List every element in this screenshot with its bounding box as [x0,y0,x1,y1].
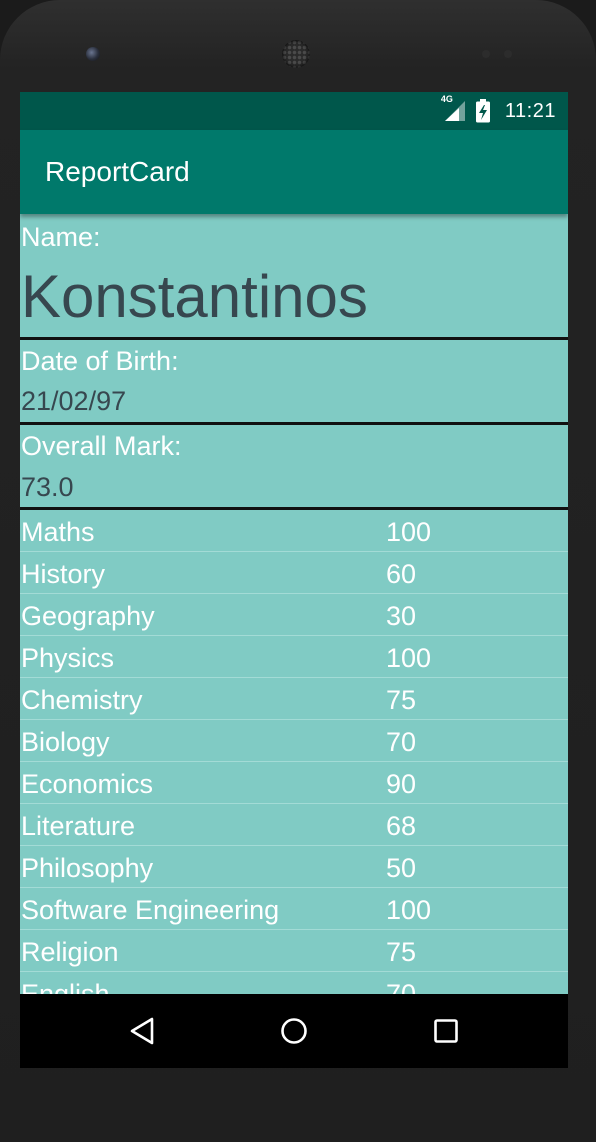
back-button[interactable] [112,994,172,1068]
subject-name: Biology [21,727,110,757]
subject-row: Religion 75 [20,930,568,972]
subject-score: 100 [386,643,432,673]
subject-row: Economics 90 [20,762,568,804]
overall-mark-label: Overall Mark: [21,431,182,461]
subject-row: Physics 100 [20,636,568,678]
screen: 4G 11:21 ReportCard Name: Konstantinos D… [20,92,568,1068]
subject-score: 68 [386,811,417,841]
subject-row: Maths 100 [20,510,568,552]
subject-score: 100 [386,895,432,925]
clock: 11:21 [504,99,556,122]
overall-mark-section: Overall Mark: 73.0 [20,425,568,510]
subject-list[interactable]: Maths 100 History 60 Geography 30 Physic… [20,510,568,994]
overall-mark-value: 73.0 [21,472,74,502]
subject-name: Physics [21,643,115,673]
app-title: ReportCard [45,156,190,187]
subject-score: 30 [386,601,417,631]
subject-row: Biology 70 [20,720,568,762]
subject-score: 90 [386,769,417,799]
subject-score: 60 [386,559,417,589]
network-type: 4G [440,94,453,104]
subject-name: Literature [21,811,136,841]
subject-name: Religion [21,937,119,967]
date-of-birth-section: Date of Birth: 21/02/97 [20,340,568,425]
report-card-content[interactable]: Name: Konstantinos Date of Birth: 21/02/… [20,214,568,994]
subject-name: Economics [21,769,154,799]
light-sensor [504,50,512,58]
student-name: Konstantinos [21,263,368,330]
recents-icon [434,1019,458,1043]
date-of-birth-label: Date of Birth: [21,346,179,376]
front-camera [86,47,100,61]
subject-name: Philosophy [21,853,154,883]
subject-name: English [21,979,110,994]
subject-row: History 60 [20,552,568,594]
proximity-sensor [482,50,490,58]
home-button[interactable] [264,994,324,1068]
subject-row: Chemistry 75 [20,678,568,720]
subject-score: 50 [386,853,417,883]
subject-name: History [21,559,106,589]
home-icon [281,1018,307,1044]
subject-name: Geography [21,601,155,631]
subject-row: Philosophy 50 [20,846,568,888]
phone-frame: 4G 11:21 ReportCard Name: Konstantinos D… [0,0,596,1142]
signal-indicator: 4G [441,94,467,122]
date-of-birth-value: 21/02/97 [21,386,127,416]
subject-name: Maths [21,517,95,547]
navigation-bar [20,994,568,1068]
status-bar: 4G 11:21 [20,92,568,130]
subject-score: 70 [386,979,417,994]
subject-row: English 70 [20,972,568,994]
app-bar: ReportCard [20,130,568,214]
battery-charging-icon [475,99,490,123]
subject-score: 75 [386,685,417,715]
subject-score: 70 [386,727,417,757]
subject-row: Geography 30 [20,594,568,636]
name-label: Name: [21,222,101,252]
name-section: Name: Konstantinos [20,214,568,340]
earpiece-speaker [282,40,310,68]
subject-score: 100 [386,517,432,547]
subject-row: Literature 68 [20,804,568,846]
back-icon [130,1017,154,1045]
subject-row: Software Engineering 100 [20,888,568,930]
subject-name: Software Engineering [21,895,280,925]
subject-score: 75 [386,937,417,967]
subject-name: Chemistry [21,685,143,715]
status-icons: 4G 11:21 [441,92,556,130]
recents-button[interactable] [416,994,476,1068]
